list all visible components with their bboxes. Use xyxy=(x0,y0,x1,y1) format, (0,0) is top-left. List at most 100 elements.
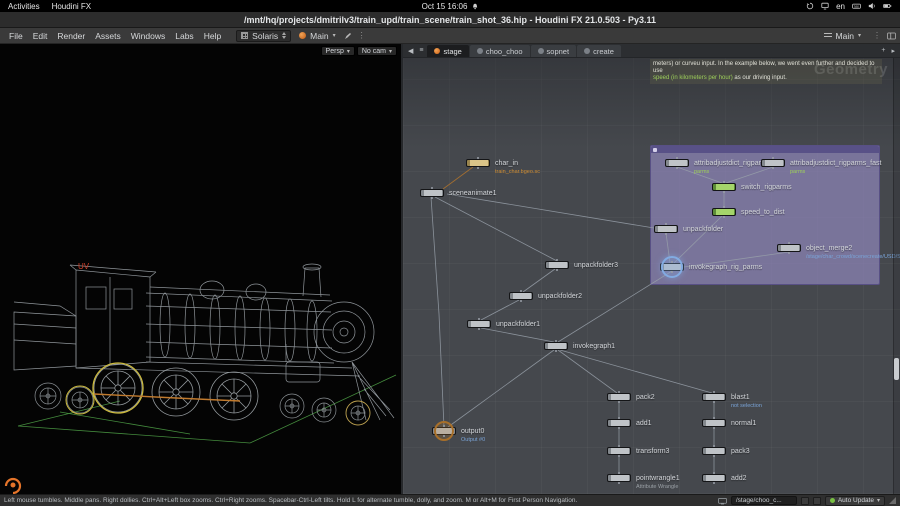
network-path-value: /stage/choo_c... xyxy=(736,497,782,504)
pane-maximize-icon[interactable]: ▸ xyxy=(889,47,897,55)
houdini-logo-icon xyxy=(6,479,20,493)
layout-icon[interactable] xyxy=(887,32,896,40)
node-label: char_in xyxy=(495,160,518,168)
node-label: pack2 xyxy=(636,394,655,402)
menu-assets[interactable]: Assets xyxy=(90,31,126,41)
node-label: unpackfolder xyxy=(683,226,723,234)
network-editor-pane[interactable]: ◀ ≡ stagechoo_choosopnet create + ▸ Geome… xyxy=(403,44,900,494)
viewport-pane[interactable]: UV Persp ▾ No cam ▾ xyxy=(0,44,401,494)
status-help-text: Left mouse tumbles. Middle pans. Right d… xyxy=(4,497,577,504)
node-label: add1 xyxy=(636,420,652,428)
node-sublabel: not selection xyxy=(731,403,762,409)
node-unpackfolder[interactable]: unpackfolder xyxy=(654,225,678,233)
node-attribadjustdict_rigparms_fast[interactable]: attribadjustdict_rigparms_fastparms xyxy=(761,159,785,167)
list-icon xyxy=(824,32,832,39)
node-label: blast1 xyxy=(731,394,750,402)
node-label: attribadjustdict_rigparms xyxy=(694,160,770,168)
network-path-field[interactable]: /stage/choo_c... xyxy=(731,496,797,505)
clock-button[interactable]: Oct 15 16:06 xyxy=(422,2,479,11)
node-attribadjustdict_rigparms[interactable]: attribadjustdict_rigparmsparms xyxy=(665,159,689,167)
pane-menu-icon[interactable]: ≡ xyxy=(417,47,425,54)
shelf-set-select[interactable]: Solaris xyxy=(236,30,291,42)
tab-choo_choo[interactable]: choo_choo xyxy=(470,45,530,57)
node-wire xyxy=(447,194,654,228)
output-badge xyxy=(434,421,454,441)
view-select-label: Persp xyxy=(326,48,344,55)
node-pack3[interactable]: pack3 xyxy=(702,447,726,455)
node-pointwrangle1[interactable]: pointwrangle1Attribute Wrangle xyxy=(607,474,631,482)
node-char_in[interactable]: char_intrain_char.bgeo.sc xyxy=(466,159,490,167)
node-transform3[interactable]: transform3 xyxy=(607,447,631,455)
shelf-spinner[interactable] xyxy=(282,32,286,39)
node-label: sceneanimate1 xyxy=(449,190,496,198)
desktop-select[interactable]: Main ▾ xyxy=(293,30,341,42)
menu-labs[interactable]: Labs xyxy=(170,31,198,41)
toolbar-overflow-icon-right[interactable]: ⋮ xyxy=(869,31,885,40)
ground-guide-lines xyxy=(18,375,396,443)
pen-icon[interactable] xyxy=(344,32,352,40)
node-blast1[interactable]: blast1not selection xyxy=(702,393,726,401)
node-invokegraph1[interactable]: invokegraph1 xyxy=(544,342,568,350)
window-title-bar[interactable]: /mnt/hq/projects/dmitrilv3/train_upd/tra… xyxy=(0,12,900,28)
camera-select[interactable]: No cam ▾ xyxy=(357,46,397,56)
viewer-icon[interactable] xyxy=(718,497,727,505)
menu-windows[interactable]: Windows xyxy=(126,31,170,41)
node-sublabel: Output #0 xyxy=(461,437,485,443)
scrollbar-thumb[interactable] xyxy=(894,358,899,380)
node-label: add2 xyxy=(731,475,747,483)
tab-label: create xyxy=(593,47,614,56)
network-tab-icon xyxy=(477,48,483,54)
tab-sopnet[interactable]: sopnet xyxy=(531,45,577,57)
node-add2[interactable]: add2 xyxy=(702,474,726,482)
network-tab-icon xyxy=(538,48,544,54)
tab-stage[interactable]: stage xyxy=(427,45,468,57)
node-unpackfolder3[interactable]: unpackfolder3 xyxy=(545,261,569,269)
train-wireframe xyxy=(0,44,401,494)
back-icon[interactable]: ◀ xyxy=(406,47,415,55)
toolbar-overflow-icon[interactable]: ⋮ xyxy=(354,31,370,40)
node-pack2[interactable]: pack2 xyxy=(607,393,631,401)
filter-button[interactable] xyxy=(813,497,821,505)
node-add1[interactable]: add1 xyxy=(607,419,631,427)
node-label: object_merge2 xyxy=(806,245,852,253)
node-unpackfolder1[interactable]: unpackfolder1 xyxy=(467,320,491,328)
node-label: attribadjustdict_rigparms_fast xyxy=(790,160,881,168)
node-speed_to_dist[interactable]: speed_to_dist xyxy=(712,208,736,216)
node-wire xyxy=(523,269,555,292)
pin-button[interactable] xyxy=(801,497,809,505)
node-normal1[interactable]: normal1 xyxy=(702,419,726,427)
network-scrollbar[interactable] xyxy=(893,58,900,494)
node-wire xyxy=(560,350,712,393)
node-sceneanimate1[interactable]: sceneanimate1 xyxy=(420,189,444,197)
update-mode-label: Auto Update xyxy=(838,497,874,504)
node-invokegraph_rig_parms[interactable]: invokegraph_rig_parms xyxy=(660,263,684,271)
node-wire xyxy=(481,300,519,320)
update-mode-select[interactable]: Auto Update ▾ xyxy=(825,496,885,506)
menu-edit[interactable]: Edit xyxy=(28,31,53,41)
viewport-controls: Persp ▾ No cam ▾ xyxy=(321,46,397,56)
node-label: unpackfolder3 xyxy=(574,262,618,270)
node-output0[interactable]: output0Output #0 xyxy=(432,427,456,435)
resize-grip[interactable] xyxy=(889,497,896,504)
node-unpackfolder2[interactable]: unpackfolder2 xyxy=(509,292,533,300)
new-tab-icon[interactable]: + xyxy=(879,47,887,54)
tab-create[interactable]: create xyxy=(577,45,621,57)
network-canvas[interactable]: Geometry meters) or curveu input. In the… xyxy=(403,58,900,494)
chevron-down-icon: ▾ xyxy=(347,48,350,55)
main-menu-bar: FileEditRenderAssetsWindowsLabsHelp Sola… xyxy=(0,28,900,44)
activities-button[interactable]: Activities xyxy=(8,2,40,11)
shelf-grid-icon xyxy=(241,32,248,39)
desktop-select-right[interactable]: Main ▾ xyxy=(818,30,867,42)
view-select[interactable]: Persp ▾ xyxy=(321,46,355,56)
node-sublabel: Attribute Wrangle xyxy=(636,484,678,490)
menu-file[interactable]: File xyxy=(4,31,28,41)
node-wire xyxy=(726,167,773,183)
focused-app-name[interactable]: Houdini FX xyxy=(52,2,92,11)
menu-render[interactable]: Render xyxy=(52,31,90,41)
node-object_merge2[interactable]: object_merge2/stage/char_crowd/scenecrea… xyxy=(777,244,801,252)
update-status-icon xyxy=(830,498,835,503)
menu-help[interactable]: Help xyxy=(199,31,226,41)
node-switch_rigparms[interactable]: switch_rigparms xyxy=(712,183,736,191)
system-tray[interactable]: en xyxy=(806,2,892,11)
menu-items: FileEditRenderAssetsWindowsLabsHelp xyxy=(4,31,226,41)
